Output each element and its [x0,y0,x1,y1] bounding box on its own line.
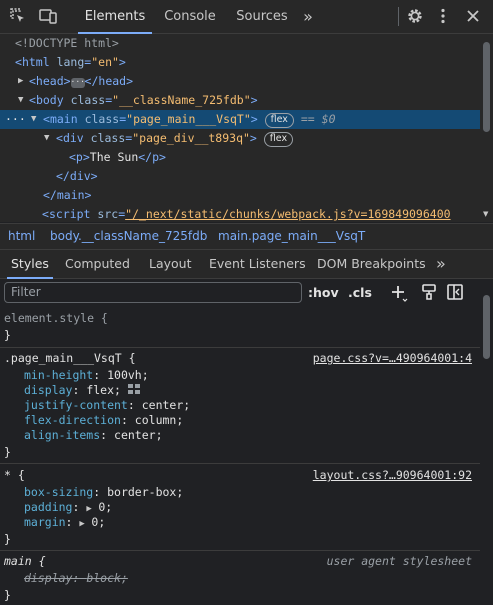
tab-layout[interactable]: Layout [149,250,192,278]
expand-triangle-icon[interactable]: ▶ [18,72,28,91]
body-node: <body class="__className_725fdb"> [29,93,258,107]
styles-filter-bar: Filter :hov .cls [0,279,480,307]
div-close-tag: </div> [56,169,98,183]
rule-close-brace: } [4,445,11,459]
flex-badge[interactable]: flex [263,132,294,147]
scroll-down-arrow-icon[interactable]: ▼ [483,210,488,218]
collapse-triangle-icon[interactable]: ▼ [18,91,28,110]
collapsed-ellipsis-icon[interactable]: ··· [70,78,85,88]
rule-divider [0,347,480,348]
inspect-element-icon[interactable] [8,6,28,26]
declaration-flex-direction[interactable]: flex-direction: column; [24,413,493,428]
rule-page-main-selector[interactable]: .page_main___VsqT { page.css?v=…49096400… [4,351,476,366]
rule-divider [0,463,480,464]
dom-line-p[interactable]: <p>The Sun</p> [0,148,480,167]
toggle-element-state-icon[interactable] [420,283,438,304]
rule-main-ua-selector[interactable]: main { user agent stylesheet [4,554,476,569]
toolbar-divider [398,7,399,26]
tab-console[interactable]: Console [160,0,220,33]
close-icon[interactable] [463,6,483,26]
expand-triangle-icon[interactable]: ▶ [79,517,91,532]
hover-state-button[interactable]: :hov [308,282,339,303]
new-style-rule-icon[interactable] [389,283,409,306]
tab-event-listeners[interactable]: Event Listeners [209,250,306,278]
more-tabs-chevron-icon[interactable]: » [296,0,320,33]
declaration-display[interactable]: display: flex; [24,383,493,398]
breadcrumb-main[interactable]: main.page_main___VsqT [218,224,365,249]
more-tabs-chevron-icon[interactable]: » [436,250,446,278]
tab-sources[interactable]: Sources [232,0,292,33]
class-toggle-button[interactable]: .cls [348,282,372,303]
dom-line-script[interactable]: <script src="/_next/static/chunks/webpac… [0,205,480,224]
p-node: <p>The Sun</p> [69,150,166,164]
rule-divider [0,550,480,551]
selected-node-marker: == $0 [300,112,336,126]
styles-rules-list: element.style { } .page_main___VsqT { pa… [0,307,480,605]
user-agent-stylesheet-label: user agent stylesheet [326,554,472,568]
main-close-tag: </main> [43,188,92,202]
declaration-justify-content[interactable]: justify-content: center; [24,398,493,413]
dom-scrollbar-thumb[interactable] [483,42,490,132]
dom-line-body[interactable]: ▼ <body class="__className_725fdb"> [0,91,480,110]
declaration-align-items[interactable]: align-items: center; [24,428,493,443]
dom-tree: <!DOCTYPE html> <html lang="en"> ▶ <head… [0,34,480,222]
html-node: <html lang="en"> [15,55,126,69]
tab-styles[interactable]: Styles [7,250,53,279]
collapse-triangle-icon[interactable]: ▼ [44,129,54,148]
row-actions-ellipsis-icon[interactable]: ··· [5,110,26,129]
settings-gear-icon[interactable] [405,6,425,26]
dom-line-head[interactable]: ▶ <head>···</head> [0,72,480,91]
devtools-toolbar: Elements Console Sources » [0,0,493,34]
rule-close-brace: } [4,328,11,342]
tab-computed[interactable]: Computed [65,250,130,278]
device-toolbar-icon[interactable] [38,6,58,26]
tab-dom-breakpoints[interactable]: DOM Breakpoints [317,250,426,278]
doctype-text: <!DOCTYPE html> [15,36,119,50]
filter-input[interactable]: Filter [4,282,302,303]
dom-line-div[interactable]: ▼ <div class="page_div__t893q"> flex [0,129,480,148]
styles-scrollbar-thumb[interactable] [483,295,490,359]
computed-sidebar-icon[interactable] [446,283,464,304]
main-node: <main class="page_main___VsqT"> flex == … [43,112,336,128]
collapse-triangle-icon[interactable]: ▼ [31,110,41,129]
script-node: <script src="/_next/static/chunks/webpac… [42,207,451,221]
declaration-min-height[interactable]: min-height: 100vh; [24,368,493,383]
more-vert-icon[interactable] [433,6,453,26]
flex-editor-icon[interactable] [127,384,140,395]
declaration-padding[interactable]: padding: ▶ 0; [24,500,493,515]
styles-scrollbar[interactable] [480,279,493,605]
dom-scrollbar[interactable]: ▼ [480,34,493,222]
dom-line-main-close[interactable]: </main> [0,186,480,205]
rule-close-brace: } [4,532,11,546]
declaration-box-sizing[interactable]: box-sizing: border-box; [24,485,493,500]
breadcrumb-body[interactable]: body.__className_725fdb [50,224,207,249]
rule-source-link[interactable]: layout.css?…90964001:92 [313,468,472,483]
dom-line-doctype[interactable]: <!DOCTYPE html> [0,34,480,53]
tab-elements[interactable]: Elements [78,0,152,34]
breadcrumb-html[interactable]: html [8,224,35,249]
rule-universal-selector[interactable]: * { layout.css?…90964001:92 [4,468,476,483]
div-node: <div class="page_div__t893q"> flex [56,129,294,148]
dom-line-div-close[interactable]: </div> [0,167,480,186]
head-node: <head>···</head> [29,74,134,88]
styles-pane-tabs: Styles Computed Layout Event Listeners D… [0,250,493,279]
dom-line-html[interactable]: <html lang="en"> [0,53,480,72]
rule-source-link[interactable]: page.css?v=…490964001:4 [313,351,472,366]
dom-line-main-selected[interactable]: ··· ▼ <main class="page_main___VsqT"> fl… [0,110,480,129]
rule-element-style-selector[interactable]: element.style { [4,311,476,326]
declaration-display-overridden[interactable]: display: block; [24,571,493,586]
breadcrumb: html body.__className_725fdb main.page_m… [0,223,493,250]
rule-close-brace: } [4,588,11,602]
flex-badge[interactable]: flex [264,113,294,128]
declaration-margin[interactable]: margin: ▶ 0; [24,515,493,530]
